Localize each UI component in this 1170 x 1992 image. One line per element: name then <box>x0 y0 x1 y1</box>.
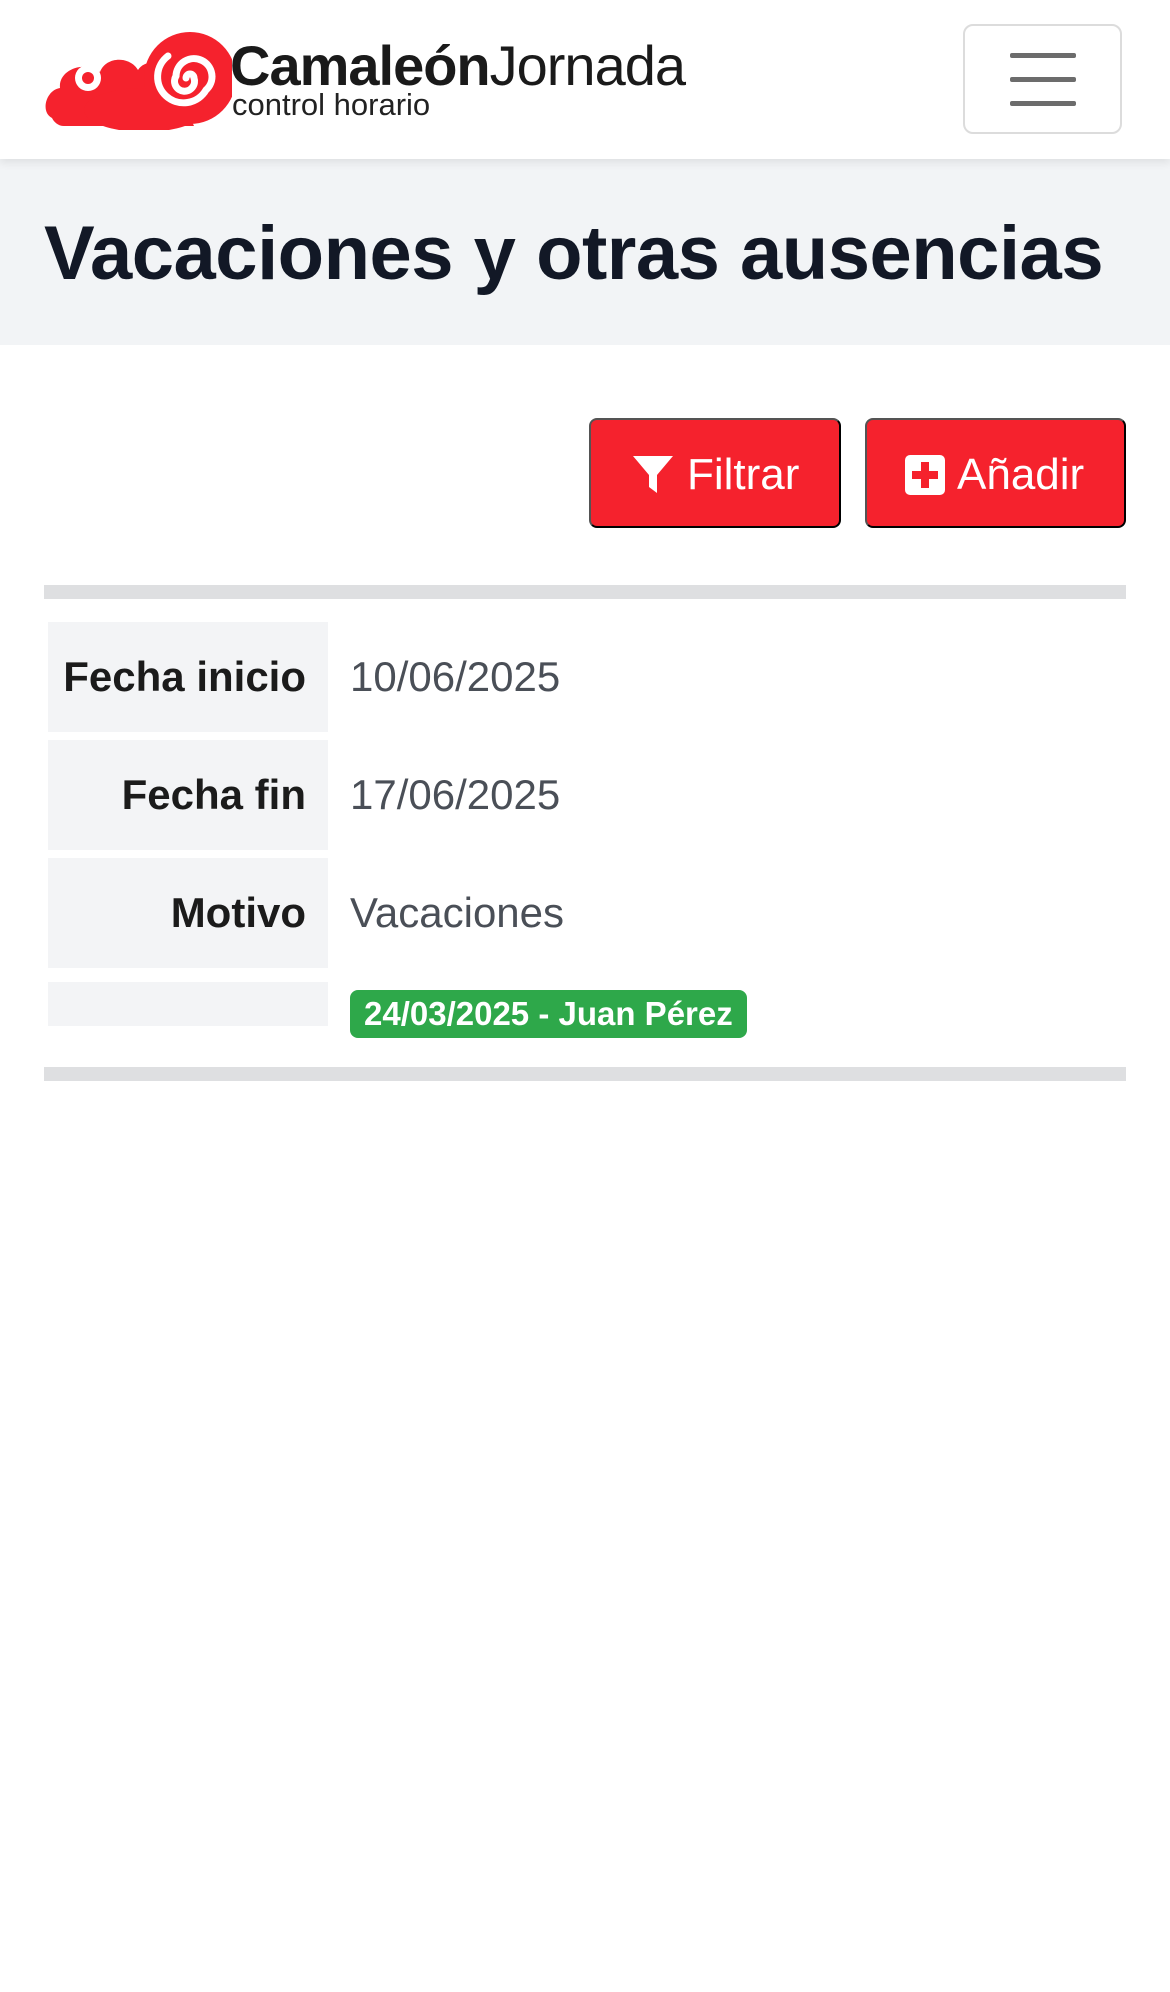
badge-label-cell <box>48 982 328 1026</box>
record-divider-bottom <box>44 1067 1126 1081</box>
filter-button-label: Filtrar <box>687 450 800 499</box>
start-date-value: 10/06/2025 <box>350 653 561 700</box>
add-button-label: Añadir <box>957 450 1085 499</box>
filter-button[interactable]: Filtrar <box>589 418 841 528</box>
navbar: CamaleónJornada control horario <box>0 0 1170 159</box>
brand-tagline: control horario <box>232 87 431 122</box>
red-cloud-spiral-logo <box>45 32 232 130</box>
record-divider-top <box>44 585 1126 599</box>
page-header: Vacaciones y otras ausencias <box>0 159 1170 345</box>
brand-link[interactable]: CamaleónJornada control horario <box>44 30 686 130</box>
add-button[interactable]: Añadir <box>865 418 1126 528</box>
end-date-label: Fecha fin <box>48 740 328 850</box>
filter-icon <box>633 456 673 493</box>
reason-value: Vacaciones <box>350 889 565 936</box>
page-title: Vacaciones y otras ausencias <box>44 211 1104 296</box>
menu-toggle-button[interactable] <box>963 24 1122 134</box>
plus-square-icon <box>905 455 945 495</box>
reason-label: Motivo <box>48 858 328 968</box>
status-badge: 24/03/2025 - Juan Pérez <box>350 990 747 1038</box>
end-date-value: 17/06/2025 <box>350 771 561 818</box>
start-date-label: Fecha inicio <box>48 622 328 732</box>
